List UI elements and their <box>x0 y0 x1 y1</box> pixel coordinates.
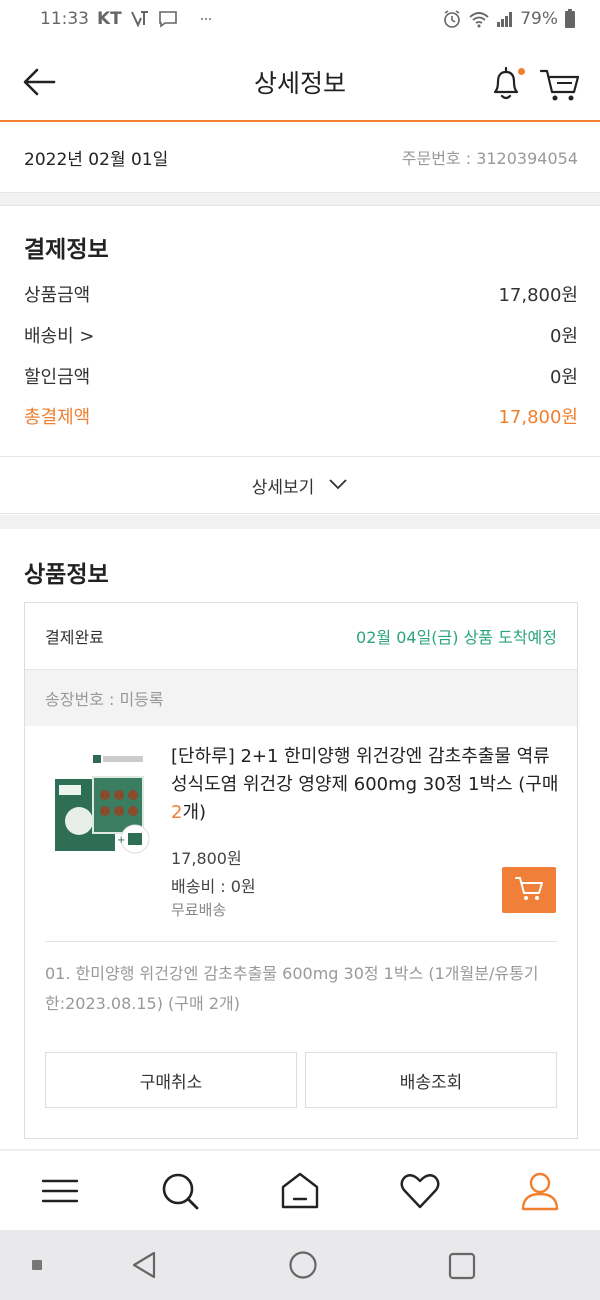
track-delivery-button[interactable]: 배송조회 <box>305 1052 557 1108</box>
product-title: 상품정보 <box>24 562 109 588</box>
pay-label: 할인금액 <box>24 367 91 388</box>
svg-text:+: + <box>117 835 125 846</box>
order-status: 결제완료 <box>45 628 104 647</box>
bottom-navigation <box>0 1151 600 1230</box>
chevron-down-icon <box>328 475 348 495</box>
pay-value: 0원 <box>549 367 578 388</box>
search-icon[interactable] <box>158 1169 202 1213</box>
product-option: 01. 한미양행 위건강엔 감초추출물 600mg 30정 1박스 (1개월분/… <box>45 964 539 1013</box>
tracking-number: 송장번호 : 미등록 <box>25 670 577 726</box>
pay-row-discount: 할인금액 0원 <box>24 362 578 390</box>
delivery-eta: 02월 04일(금) 상품 도착예정 <box>356 628 557 647</box>
back-triangle-icon[interactable] <box>130 1250 158 1284</box>
add-to-cart-button[interactable] <box>502 867 556 913</box>
product-shipping-fee: 배송비 : 0원 <box>171 877 256 896</box>
section-divider <box>0 192 600 206</box>
cart-icon <box>514 874 544 906</box>
pay-row-shipping[interactable]: 배송비 > 0원 <box>24 321 578 349</box>
user-icon[interactable] <box>518 1169 562 1213</box>
pay-label: 총결제액 <box>24 407 91 428</box>
pay-value: 17,800원 <box>498 285 578 306</box>
details-toggle[interactable]: 상세보기 <box>0 456 600 514</box>
order-date: 2022년 02월 01일 <box>24 149 169 170</box>
status-time: 11:33 <box>40 9 89 29</box>
order-item-card: 결제완료 02월 04일(금) 상품 도착예정 송장번호 : 미등록 + [단하… <box>24 602 578 1139</box>
product-info-section: 상품정보 결제완료 02월 04일(금) 상품 도착예정 송장번호 : 미등록 … <box>0 529 600 1149</box>
menu-icon[interactable] <box>38 1169 82 1213</box>
pay-value: 17,800원 <box>498 407 578 428</box>
cart-icon[interactable] <box>538 64 582 104</box>
pay-label: 상품금액 <box>24 285 91 306</box>
pay-row-total: 총결제액 17,800원 <box>24 402 578 430</box>
signal-icon <box>496 10 514 28</box>
product-name-suffix: 개) <box>182 802 207 823</box>
message-icon <box>158 10 178 28</box>
pay-value: 0원 <box>549 326 578 347</box>
details-toggle-label: 상세보기 <box>251 477 315 498</box>
pay-label: 배송비 > <box>24 326 95 347</box>
home-icon[interactable] <box>278 1169 322 1213</box>
system-navigation-bar <box>0 1230 600 1300</box>
order-number: 주문번호 : 3120394054 <box>401 149 578 168</box>
product-qty: 2 <box>171 802 183 823</box>
more-dots-icon <box>200 16 212 22</box>
wifi-icon <box>468 10 490 28</box>
payment-title: 결제정보 <box>24 237 109 263</box>
heart-icon[interactable] <box>398 1169 442 1213</box>
recent-dot-icon[interactable] <box>32 1260 42 1270</box>
order-status-row: 결제완료 02월 04일(금) 상품 도착예정 <box>25 603 577 670</box>
cancel-order-button[interactable]: 구매취소 <box>45 1052 297 1108</box>
battery-icon <box>564 9 576 29</box>
product-price: 17,800원 <box>171 849 242 868</box>
payment-info-section: 결제정보 상품금액 17,800원 배송비 > 0원 할인금액 0원 총결제액 … <box>0 206 600 456</box>
product-thumbnail[interactable]: + <box>49 749 153 859</box>
app-header: 상세정보 <box>0 38 600 122</box>
product-name[interactable]: [단하루] 2+1 한미양행 위건강엔 감초추출물 역류성식도염 위건강 영양제… <box>171 743 563 827</box>
order-summary-row: 2022년 02월 01일 주문번호 : 3120394054 <box>0 122 600 192</box>
status-carrier: KT <box>97 9 122 29</box>
home-circle-icon[interactable] <box>288 1250 318 1284</box>
product-name-text: [단하루] 2+1 한미양행 위건강엔 감초추출물 역류성식도염 위건강 영양제… <box>171 746 559 795</box>
alarm-icon <box>442 9 462 29</box>
lte-voice-icon <box>130 10 150 28</box>
notification-dot <box>518 68 525 75</box>
free-shipping-note: 무료배송 <box>171 901 227 919</box>
overview-square-icon[interactable] <box>447 1251 477 1285</box>
battery-text: 79% <box>520 9 558 29</box>
card-divider <box>45 941 557 942</box>
pay-row-product-amount: 상품금액 17,800원 <box>24 280 578 308</box>
section-divider <box>0 515 600 529</box>
status-bar: 11:33 KT 79% <box>0 0 600 38</box>
